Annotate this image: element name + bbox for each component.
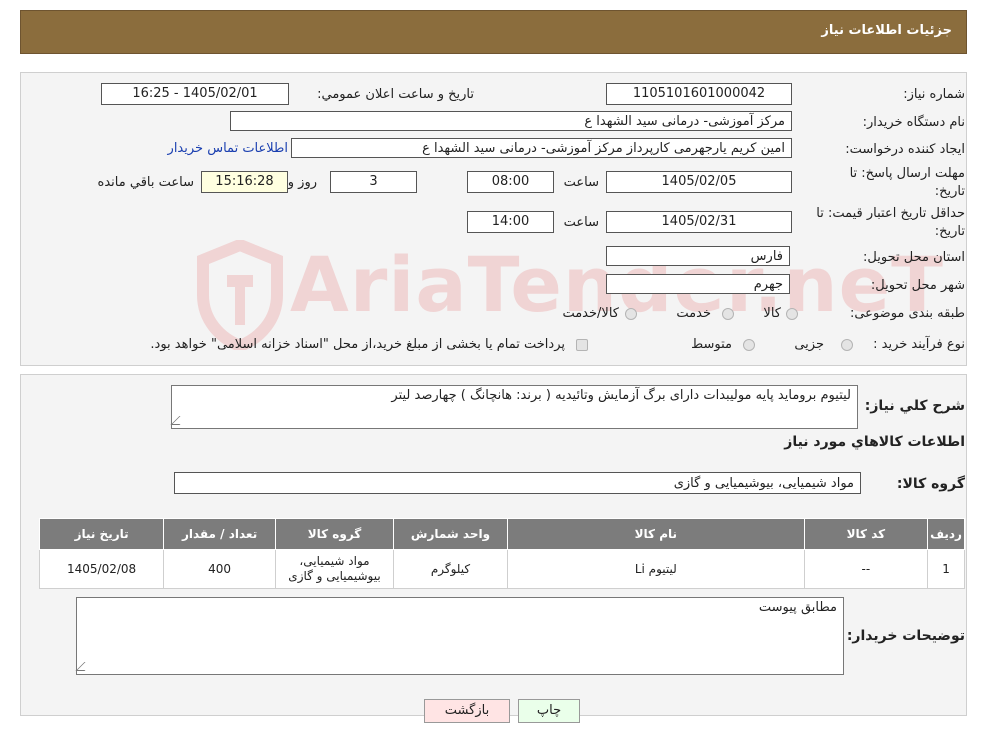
process-option-medium: متوسط <box>691 337 732 352</box>
validity-time-label: ساعت <box>563 215 599 230</box>
process-radio-medium[interactable] <box>743 339 755 351</box>
back-button[interactable]: بازگشت <box>424 699 510 723</box>
process-label: نوع فرآیند خرید : <box>873 337 965 352</box>
need-number-label: شماره نیاز: <box>903 87 965 102</box>
need-number-field: 1105101601000042 <box>606 83 792 105</box>
resize-grip-icon[interactable] <box>170 416 189 425</box>
goods-group-label: گروه کالا: <box>896 476 965 492</box>
description-textarea[interactable]: لیتیوم برومايد پايه موليبدات دارای برگ آ… <box>170 385 858 429</box>
cell-unit: کیلوگرم <box>393 549 508 589</box>
page-title: جزئیات اطلاعات نیاز <box>821 23 952 38</box>
validity-date-field: 1405/02/31 <box>606 211 792 233</box>
buyer-notes-textarea[interactable]: مطابق پیوست <box>75 597 844 675</box>
deadline-label-2: تاریخ: <box>934 184 965 199</box>
days-label: روز و <box>287 175 317 190</box>
validity-time-field: 14:00 <box>467 211 554 233</box>
announce-field: 1405/02/01 - 16:25 <box>101 83 289 105</box>
payment-note: پرداخت تمام یا بخشی از مبلغ خرید،از محل … <box>150 337 565 352</box>
process-option-minor: جزیی <box>794 337 824 352</box>
treasury-checkbox[interactable] <box>576 339 588 351</box>
items-table-header: رديف کد کالا نام کالا واحد شمارش گروه کا… <box>38 518 965 550</box>
category-radio-goods-service[interactable] <box>625 308 637 320</box>
resize-grip-icon[interactable] <box>75 662 94 671</box>
col-group: گروه کالا <box>274 518 395 550</box>
cell-group-line2: بیوشیمیایی و گازی <box>288 569 381 583</box>
buyer-org-label: نام دستگاه خريدار: <box>862 115 965 130</box>
city-label: شهر محل تحویل: <box>870 278 965 293</box>
print-button[interactable]: چاپ <box>518 699 580 723</box>
col-qty: تعداد / مقدار <box>163 518 276 550</box>
category-option-service: خدمت <box>676 306 711 321</box>
category-option-goods-service: کالا/خدمت <box>562 306 619 321</box>
items-table: رديف کد کالا نام کالا واحد شمارش گروه کا… <box>38 518 965 589</box>
deadline-label: مهلت ارسال پاسخ: تا <box>849 166 965 181</box>
announce-label: تاريخ و ساعت اعلان عمومي: <box>317 87 474 102</box>
col-row: رديف <box>927 518 965 550</box>
table-row[interactable]: 1 -- لیتیوم Li کیلوگرم مواد شیمیایی، بیو… <box>38 549 965 589</box>
remaining-time-field: 15:16:28 <box>201 171 288 193</box>
province-field: فارس <box>606 246 790 266</box>
deadline-date-field: 1405/02/05 <box>606 171 792 193</box>
col-date: تاريخ نياز <box>38 518 165 550</box>
buyer-notes-label: توضیحات خریدار: <box>846 628 965 644</box>
deadline-time-field: 08:00 <box>467 171 554 193</box>
deadline-time-label: ساعت <box>563 175 599 190</box>
category-radio-service[interactable] <box>722 308 734 320</box>
cell-group-line1: مواد شیمیایی، <box>299 554 370 568</box>
col-name: نام کالا <box>506 518 805 550</box>
buyer-contact-link[interactable]: اطلاعات تماس خریدار <box>168 141 288 156</box>
buyer-org-field: مرکز آموزشی- درمانی سید الشهدا ع <box>230 111 792 131</box>
goods-info-title: اطلاعات کالاهاي مورد نياز <box>784 434 965 450</box>
col-code: کد کالا <box>803 518 929 550</box>
category-label: طبقه بندی موضوعی: <box>849 306 965 321</box>
watermark-logo-icon <box>197 240 283 350</box>
process-radio-minor[interactable] <box>841 339 853 351</box>
cell-row: 1 <box>927 549 965 589</box>
cell-code: -- <box>803 549 929 589</box>
buyer-notes-text: مطابق پیوست <box>758 600 837 615</box>
city-field: جهرم <box>606 274 790 294</box>
creator-field: امین کریم یارجهرمی کارپرداز مرکز آموزشی-… <box>291 138 792 158</box>
days-field: 3 <box>330 171 417 193</box>
province-label: استان محل تحویل: <box>863 250 965 265</box>
goods-group-field: مواد شیمیایی، بیوشیمیایی و گازی <box>174 472 861 494</box>
cell-group: مواد شیمیایی، بیوشیمیایی و گازی <box>274 549 395 589</box>
category-option-goods: کالا <box>763 306 781 321</box>
description-text: لیتیوم برومايد پايه موليبدات دارای برگ آ… <box>391 388 851 403</box>
description-label: شرح کلي نياز: <box>864 398 965 414</box>
cell-name: لیتیوم Li <box>506 549 805 589</box>
cell-qty: 400 <box>163 549 276 589</box>
remaining-label: ساعت باقي مانده <box>97 175 194 190</box>
creator-label: ایجاد کننده درخواست: <box>845 142 965 157</box>
col-unit: واحد شمارش <box>393 518 508 550</box>
category-radio-goods[interactable] <box>786 308 798 320</box>
page-header: جزئیات اطلاعات نیاز <box>20 10 967 54</box>
validity-label: حداقل تاریخ اعتبار قیمت: تا <box>816 206 965 221</box>
validity-label-2: تاریخ: <box>934 224 965 239</box>
cell-date: 1405/02/08 <box>38 549 165 589</box>
